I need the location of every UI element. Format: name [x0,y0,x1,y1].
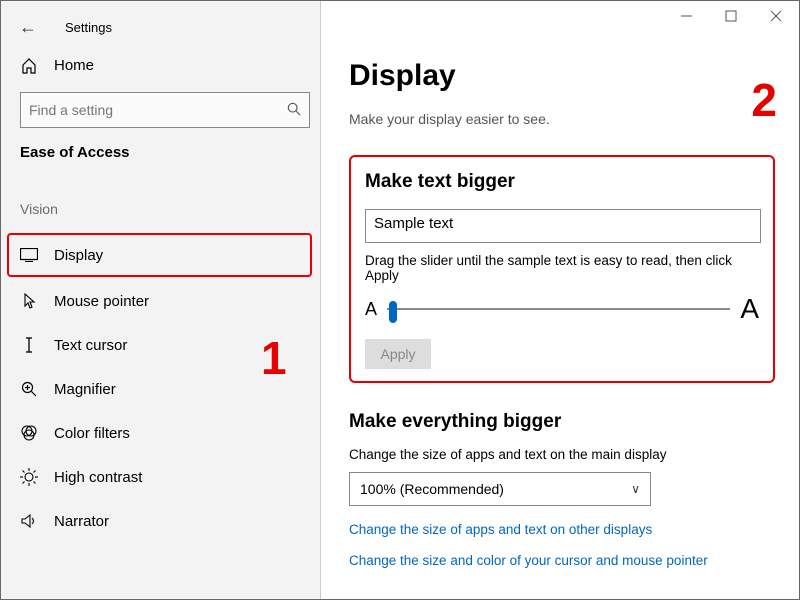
everything-bigger-desc: Change the size of apps and text on the … [349,447,775,462]
sidebar-item-high-contrast[interactable]: High contrast [1,455,320,499]
sidebar-item-label: Color filters [54,425,130,442]
narrator-icon [20,513,38,529]
sidebar-item-label: Narrator [54,513,109,530]
sidebar-item-label: Mouse pointer [54,293,149,310]
chevron-down-icon: ∨ [631,482,640,496]
pointer-icon [20,292,38,310]
display-icon [20,248,38,262]
sidebar-item-mouse-pointer[interactable]: Mouse pointer [1,279,320,323]
sidebar-item-display[interactable]: Display [7,233,312,277]
make-text-bigger-section: Make text bigger Sample text Drag the sl… [349,155,775,383]
scale-dropdown-value: 100% (Recommended) [360,481,504,497]
search-input[interactable] [29,102,287,118]
section-title: Ease of Access [1,144,320,161]
slider-hint: Drag the slider until the sample text is… [365,253,759,283]
text-cursor-icon [20,336,38,354]
page-title: Display [349,59,775,93]
home-icon [20,58,38,74]
search-wrap [1,84,320,144]
back-arrow-icon[interactable]: ← [19,18,37,36]
nav-home-label: Home [54,57,94,74]
slider-track [387,308,730,310]
magnifier-icon [20,381,38,397]
search-icon [287,102,301,119]
sidebar-item-narrator[interactable]: Narrator [1,499,320,543]
link-other-displays[interactable]: Change the size of apps and text on othe… [349,522,775,537]
link-cursor-pointer[interactable]: Change the size and color of your cursor… [349,553,775,568]
annotation-1: 1 [261,331,287,385]
make-everything-bigger-section: Make everything bigger Change the size o… [349,411,775,568]
slider-thumb[interactable] [389,301,397,323]
main-pane: 2 Display Make your display easier to se… [321,1,799,599]
nav-home[interactable]: Home [1,47,320,84]
everything-bigger-heading: Make everything bigger [349,411,775,433]
color-filters-icon [20,425,38,441]
sidebar: ← Settings Home Ease of Access Vision Di… [1,1,321,599]
settings-window: ← Settings Home Ease of Access Vision Di… [0,0,800,600]
sidebar-item-label: Display [54,247,103,264]
text-size-slider[interactable] [387,299,730,319]
text-size-slider-row: A A [365,293,759,325]
high-contrast-icon [20,468,38,486]
titlebar: ← Settings [1,7,320,47]
sidebar-item-label: Magnifier [54,381,116,398]
text-bigger-heading: Make text bigger [365,171,759,193]
scale-dropdown[interactable]: 100% (Recommended) ∨ [349,472,651,506]
sidebar-item-color-filters[interactable]: Color filters [1,411,320,455]
search-box[interactable] [20,92,310,128]
window-title: Settings [65,20,112,35]
annotation-2: 2 [751,73,777,127]
sidebar-item-label: Text cursor [54,337,127,354]
slider-min-a: A [365,299,377,320]
group-vision: Vision [1,201,320,217]
sidebar-item-label: High contrast [54,469,142,486]
apply-button[interactable]: Apply [365,339,431,369]
slider-max-a: A [740,293,759,325]
sample-text-box: Sample text [365,209,761,243]
page-subtitle: Make your display easier to see. [349,111,775,127]
